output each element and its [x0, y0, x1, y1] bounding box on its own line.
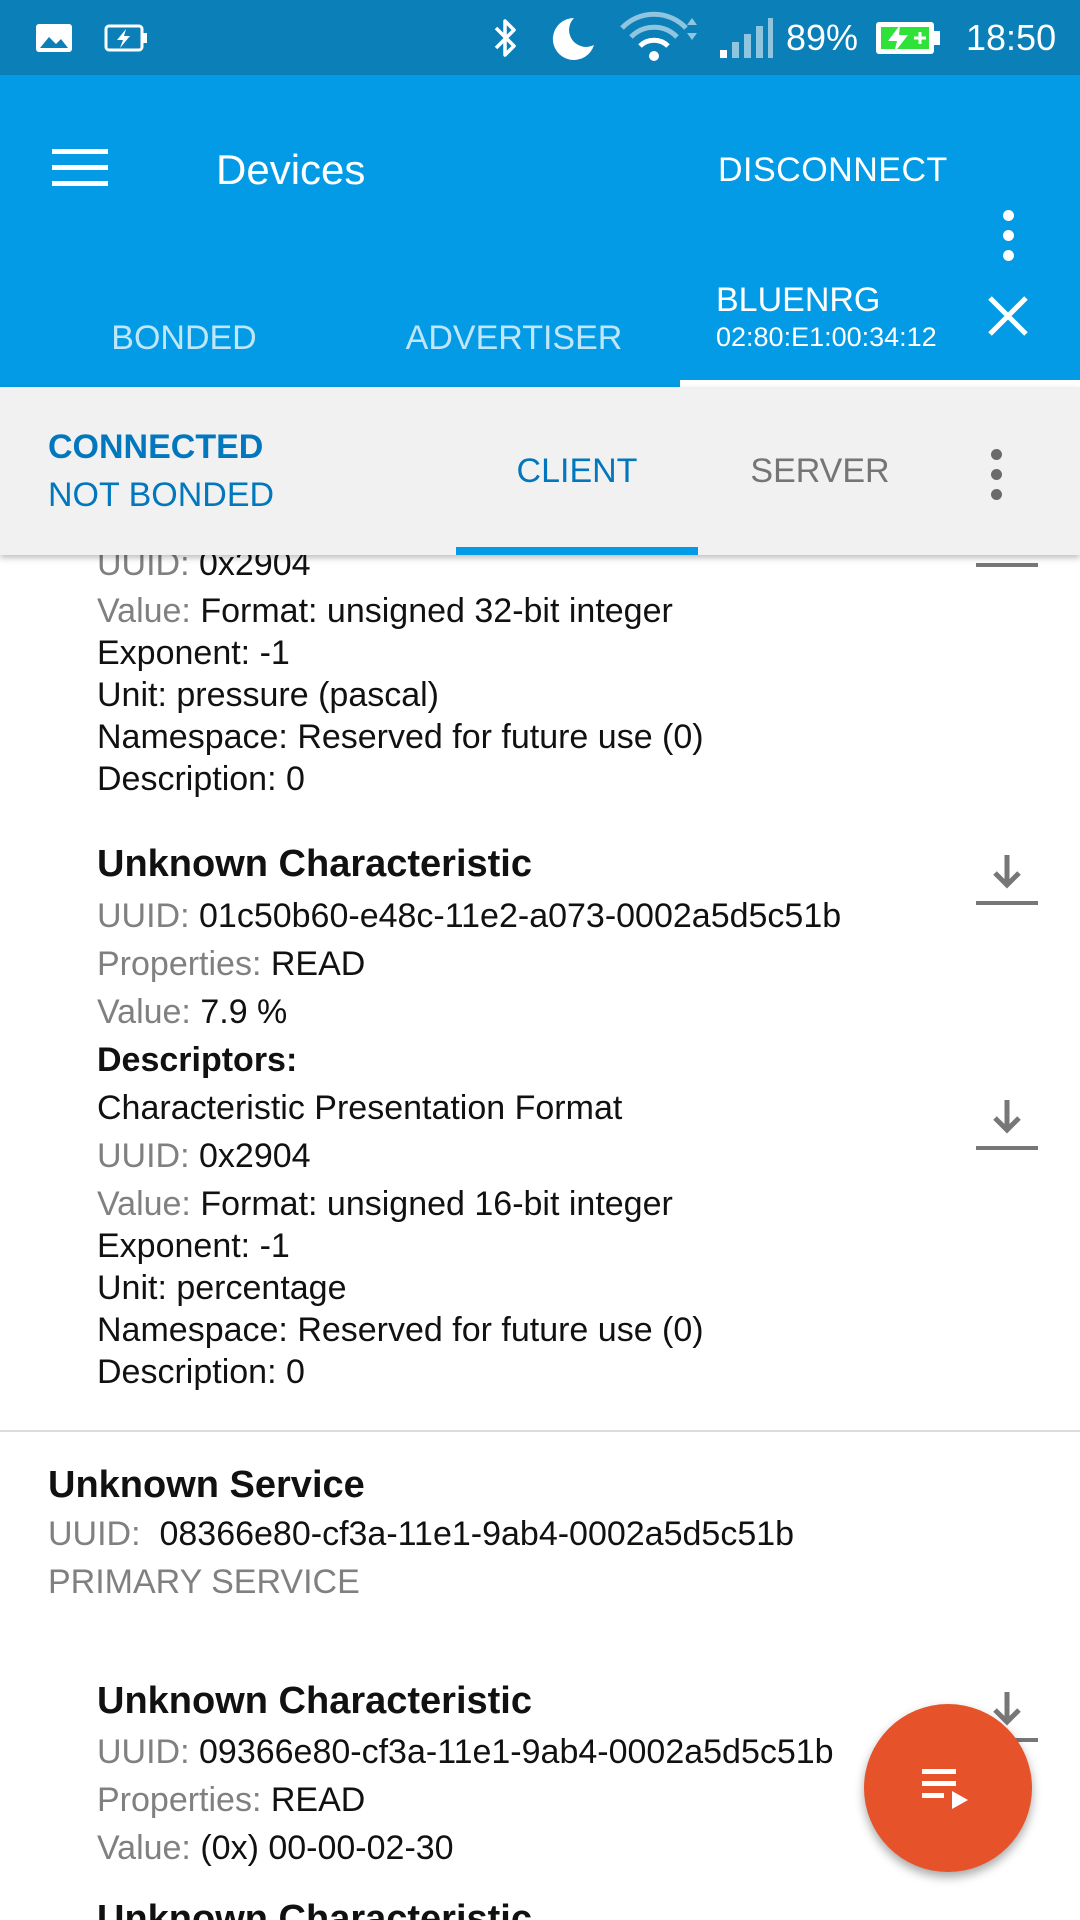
descriptor-namespace: Namespace: Reserved for future use (0)	[97, 718, 704, 756]
status-bar: 89% 18:50	[0, 0, 1080, 75]
descriptor-value: Value: Format: unsigned 16-bit integer	[97, 1185, 673, 1223]
moon-icon	[548, 0, 598, 75]
characteristic-value: Value: (0x) 00-00-02-30	[97, 1829, 454, 1867]
connection-status: CONNECTED NOT BONDED	[48, 423, 274, 519]
battery-charging-icon	[874, 0, 942, 75]
descriptor-unit: Unit: percentage	[97, 1269, 347, 1307]
descriptor-exponent: Exponent: -1	[97, 634, 290, 672]
characteristic-uuid: UUID: 09366e80-cf3a-11e1-9ab4-0002a5d5c5…	[97, 1733, 834, 1771]
descriptors-header: Descriptors:	[97, 1041, 298, 1079]
tab-advertiser[interactable]: ADVERTISER	[376, 293, 652, 383]
characteristic-properties: Properties: READ	[97, 1781, 366, 1819]
characteristic-name[interactable]: Unknown Characteristic	[97, 1895, 532, 1920]
wifi-icon	[620, 0, 704, 75]
playlist-play-icon	[922, 1769, 968, 1809]
service-uuid: UUID: 08366e80-cf3a-11e1-9ab4-0002a5d5c5…	[48, 1515, 795, 1553]
descriptor-uuid: UUID: 0x2904	[97, 1137, 311, 1175]
page-title: Devices	[216, 146, 366, 193]
read-characteristic-icon[interactable]	[976, 853, 1038, 911]
tab-device-address: 02:80:E1:00:34:12	[716, 322, 937, 352]
descriptor-description: Description: 0	[97, 1353, 305, 1391]
battery-percent: 89%	[786, 16, 859, 58]
log-fab-button[interactable]	[864, 1704, 1032, 1872]
gallery-icon	[34, 0, 74, 75]
service-type: PRIMARY SERVICE	[48, 1563, 360, 1601]
tab-client[interactable]: CLIENT	[456, 387, 698, 555]
signal-icon	[718, 0, 774, 75]
service-divider	[0, 1430, 1080, 1432]
characteristic-properties: Properties: READ	[97, 945, 366, 983]
tab-device-name: BLUENRG	[716, 281, 881, 319]
more-options-icon[interactable]	[988, 210, 1028, 261]
characteristic-value: Value: 7.9 %	[97, 993, 288, 1031]
read-descriptor-icon[interactable]	[976, 555, 1038, 573]
subtab-indicator	[456, 547, 698, 555]
descriptor-description: Description: 0	[97, 760, 305, 798]
descriptor-namespace: Namespace: Reserved for future use (0)	[97, 1311, 704, 1349]
characteristic-name[interactable]: Unknown Characteristic	[97, 840, 532, 888]
read-descriptor-icon[interactable]	[976, 1098, 1038, 1156]
descriptor-exponent: Exponent: -1	[97, 1227, 290, 1265]
tab-server[interactable]: SERVER	[720, 387, 920, 555]
tab-indicator	[680, 380, 1080, 387]
connection-bar: CONNECTED NOT BONDED CLIENT SERVER	[0, 387, 1080, 555]
more-options-icon[interactable]	[976, 449, 1016, 500]
descriptor-value: Value: Format: unsigned 32-bit integer	[97, 592, 673, 630]
disconnect-button[interactable]: DISCONNECT	[718, 135, 948, 205]
service-name[interactable]: Unknown Service	[48, 1461, 365, 1509]
battery-saver-icon	[104, 0, 150, 75]
bond-state-label: NOT BONDED	[48, 476, 275, 514]
characteristic-name[interactable]: Unknown Characteristic	[97, 1677, 532, 1725]
descriptor-name: Characteristic Presentation Format	[97, 1089, 623, 1127]
characteristic-uuid: UUID: 01c50b60-e48c-11e2-a073-0002a5d5c5…	[97, 897, 842, 935]
descriptor-uuid: UUID: 0x2904	[97, 555, 311, 583]
tab-bluenrg[interactable]: BLUENRG 02:80:E1:00:34:12	[716, 280, 937, 354]
tab-bonded[interactable]: BONDED	[60, 293, 308, 383]
menu-icon[interactable]	[52, 135, 116, 199]
bluetooth-icon	[488, 0, 522, 75]
connected-label: CONNECTED	[48, 428, 264, 466]
close-icon[interactable]	[982, 290, 1034, 342]
app-bar: Devices DISCONNECT BONDED ADVERTISER BLU…	[0, 75, 1080, 387]
clock: 18:50	[966, 16, 1057, 58]
descriptor-unit: Unit: pressure (pascal)	[97, 676, 440, 714]
